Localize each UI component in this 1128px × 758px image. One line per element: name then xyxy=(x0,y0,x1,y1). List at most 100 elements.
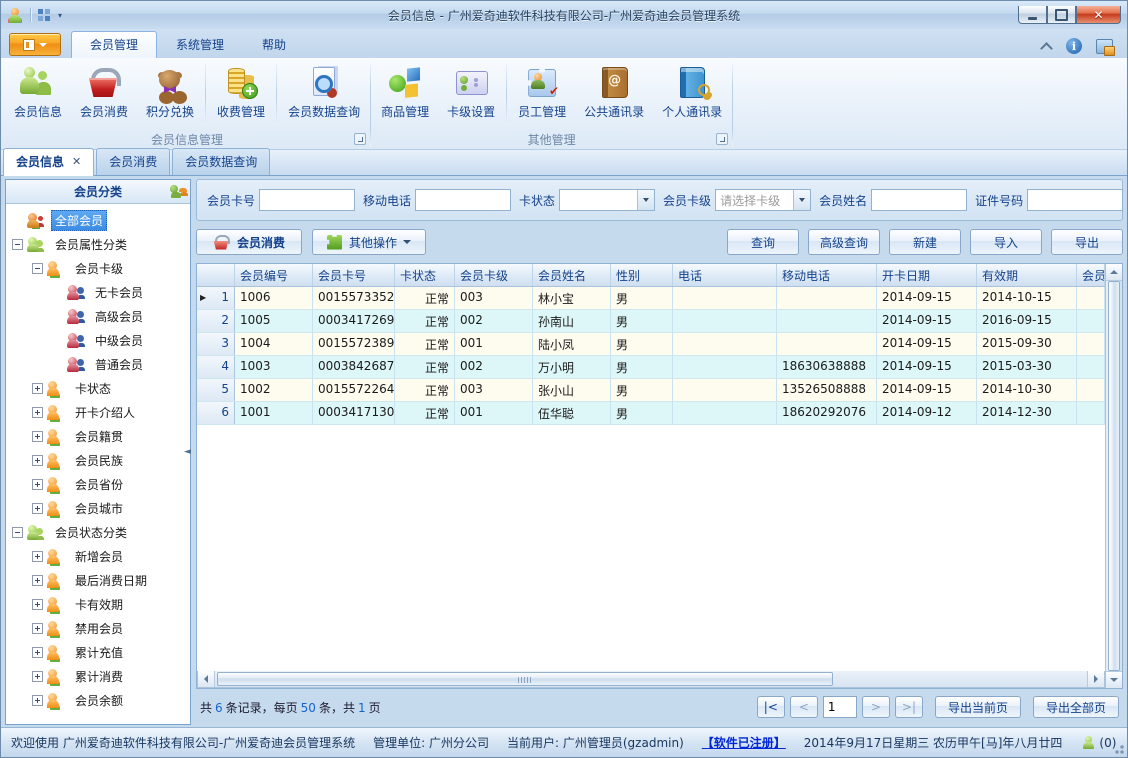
registered-link[interactable]: 【软件已注册】 xyxy=(702,734,786,751)
column-header[interactable]: 会员姓名 xyxy=(533,264,611,286)
tree-item[interactable]: 会员民族 xyxy=(6,448,190,472)
tree-expander-icon[interactable] xyxy=(32,502,43,514)
export-all-pages-button[interactable]: 导出全部页 xyxy=(1033,696,1119,718)
ribbon-button[interactable]: 公共通讯录 xyxy=(575,60,653,130)
scroll-left-icon[interactable] xyxy=(198,671,215,687)
ribbon-tab[interactable]: 系统管理 xyxy=(157,31,243,58)
chevron-down-icon[interactable] xyxy=(793,190,811,210)
horizontal-scroll-thumb[interactable] xyxy=(217,672,834,686)
next-page-button[interactable]: > xyxy=(861,696,890,718)
tree-expander-icon[interactable] xyxy=(12,238,23,250)
tree-item[interactable]: 中级会员 xyxy=(6,328,190,352)
member-category-icon[interactable] xyxy=(170,185,184,198)
table-row[interactable]: 4 1003 0003842687 正常 002 万小明 男 186306388… xyxy=(197,356,1105,379)
ribbon-button[interactable]: 会员消费 xyxy=(71,60,137,130)
previous-page-button[interactable]: < xyxy=(789,696,818,718)
horizontal-scrollbar[interactable] xyxy=(197,671,1105,688)
skin-icon[interactable] xyxy=(1096,38,1115,56)
tree-item[interactable]: 会员省份 xyxy=(6,472,190,496)
last-page-button[interactable]: >| xyxy=(894,696,923,718)
document-tab[interactable]: 会员消费 ✕ xyxy=(96,148,171,175)
scroll-up-icon[interactable] xyxy=(1106,264,1122,281)
document-tab[interactable]: 会员信息 ✕ xyxy=(3,148,95,176)
filter-input[interactable] xyxy=(871,189,968,211)
sidebar-collapse-icon[interactable]: ◄ xyxy=(184,445,191,459)
ribbon-tab[interactable]: 会员管理 xyxy=(71,31,158,58)
ribbon-button[interactable]: 员工管理 xyxy=(509,60,575,130)
collapse-ribbon-icon[interactable] xyxy=(1042,43,1052,49)
column-header[interactable]: 会员卡号 xyxy=(313,264,395,286)
tree-item[interactable]: 最后消费日期 xyxy=(6,568,190,592)
tree-item[interactable]: 卡状态 xyxy=(6,376,190,400)
vertical-scroll-thumb[interactable] xyxy=(1108,281,1120,671)
maximize-button[interactable] xyxy=(1047,6,1076,24)
table-row[interactable]: 2 1005 0003417269 正常 002 孙南山 男 2014-09-1… xyxy=(197,310,1105,333)
action-button[interactable]: 导入 xyxy=(970,229,1042,255)
tree-item[interactable]: 新增会员 xyxy=(6,544,190,568)
tree-item[interactable]: 全部会员 xyxy=(6,208,190,232)
ribbon-button[interactable]: 商品管理 xyxy=(372,60,438,130)
table-row[interactable]: 1 1006 0015573352 正常 003 林小宝 男 2014-09-1… xyxy=(197,287,1105,310)
resize-grip[interactable] xyxy=(1112,742,1125,755)
tree-expander-icon[interactable] xyxy=(32,430,43,442)
ribbon-tab[interactable]: 帮助 xyxy=(243,31,305,58)
tree-item[interactable]: 高级会员 xyxy=(6,304,190,328)
ribbon-button[interactable]: 个人通讯录 xyxy=(653,60,731,130)
ribbon-button[interactable]: 会员数据查询 xyxy=(279,60,369,130)
tree-item[interactable]: 会员属性分类 xyxy=(6,232,190,256)
first-page-button[interactable]: |< xyxy=(756,696,785,718)
ribbon-button[interactable]: 收费管理 xyxy=(208,60,274,130)
column-header[interactable]: 性别 xyxy=(611,264,673,286)
filter-input[interactable] xyxy=(1027,189,1124,211)
chevron-down-icon[interactable] xyxy=(637,190,655,210)
ribbon-button[interactable]: 会员信息 xyxy=(5,60,71,130)
action-button[interactable]: 查询 xyxy=(727,229,799,255)
tree-expander-icon[interactable] xyxy=(32,454,43,466)
scroll-right-icon[interactable] xyxy=(1087,671,1104,687)
tree-item[interactable]: 开卡介绍人 xyxy=(6,400,190,424)
application-menu-button[interactable] xyxy=(9,33,61,56)
column-header[interactable]: 会员 xyxy=(1077,264,1105,286)
column-header[interactable]: 会员编号 xyxy=(235,264,313,286)
close-button[interactable]: ✕ xyxy=(1076,6,1121,24)
dialog-launcher-icon[interactable] xyxy=(354,133,367,145)
table-row[interactable]: 3 1004 0015572389 正常 001 陆小凤 男 2014-09-1… xyxy=(197,333,1105,356)
tree-item[interactable]: 会员状态分类 xyxy=(6,520,190,544)
filter-select[interactable]: 请选择卡级 xyxy=(715,189,812,211)
tree-item[interactable]: 累计消费 xyxy=(6,664,190,688)
column-header[interactable]: 有效期 xyxy=(977,264,1077,286)
filter-input[interactable] xyxy=(415,189,512,211)
tree-item[interactable]: 会员卡级 xyxy=(6,256,190,280)
minimize-button[interactable] xyxy=(1018,6,1047,24)
dialog-launcher-icon[interactable] xyxy=(716,133,729,145)
column-header[interactable]: 电话 xyxy=(673,264,777,286)
tree-item[interactable]: 会员余额 xyxy=(6,688,190,712)
action-button[interactable]: 新建 xyxy=(889,229,961,255)
action-button[interactable]: 高级查询 xyxy=(808,229,880,255)
tree-expander-icon[interactable] xyxy=(32,478,43,490)
tree-item[interactable]: 会员城市 xyxy=(6,496,190,520)
tree-expander-icon[interactable] xyxy=(32,598,43,610)
column-header[interactable]: 会员卡级 xyxy=(455,264,533,286)
filter-select[interactable] xyxy=(559,189,656,211)
tree-expander-icon[interactable] xyxy=(12,526,23,538)
tree-expander-icon[interactable] xyxy=(32,550,43,562)
window-layout-icon[interactable] xyxy=(37,8,52,22)
filter-input[interactable] xyxy=(259,189,356,211)
tree-item[interactable]: 累计充值 xyxy=(6,640,190,664)
member-consume-button[interactable]: 会员消费 xyxy=(196,229,303,255)
tree-expander-icon[interactable] xyxy=(32,406,43,418)
tree-item[interactable]: 会员籍贯 xyxy=(6,424,190,448)
quick-access-dropdown-icon[interactable]: ▾ xyxy=(58,11,62,20)
page-number-input[interactable] xyxy=(822,696,857,718)
other-operations-button[interactable]: 其他操作 xyxy=(312,229,427,255)
tree-expander-icon[interactable] xyxy=(32,574,43,586)
table-row[interactable]: 6 1001 0003417130 正常 001 伍华聪 男 186202920… xyxy=(197,402,1105,425)
tree-expander-icon[interactable] xyxy=(32,646,43,658)
tree-item[interactable]: 卡有效期 xyxy=(6,592,190,616)
tree-item[interactable]: 普通会员 xyxy=(6,352,190,376)
export-current-page-button[interactable]: 导出当前页 xyxy=(935,696,1021,718)
column-header[interactable]: 移动电话 xyxy=(777,264,877,286)
ribbon-button[interactable]: 积分兑换 xyxy=(137,60,203,130)
tree-item[interactable]: 禁用会员 xyxy=(6,616,190,640)
